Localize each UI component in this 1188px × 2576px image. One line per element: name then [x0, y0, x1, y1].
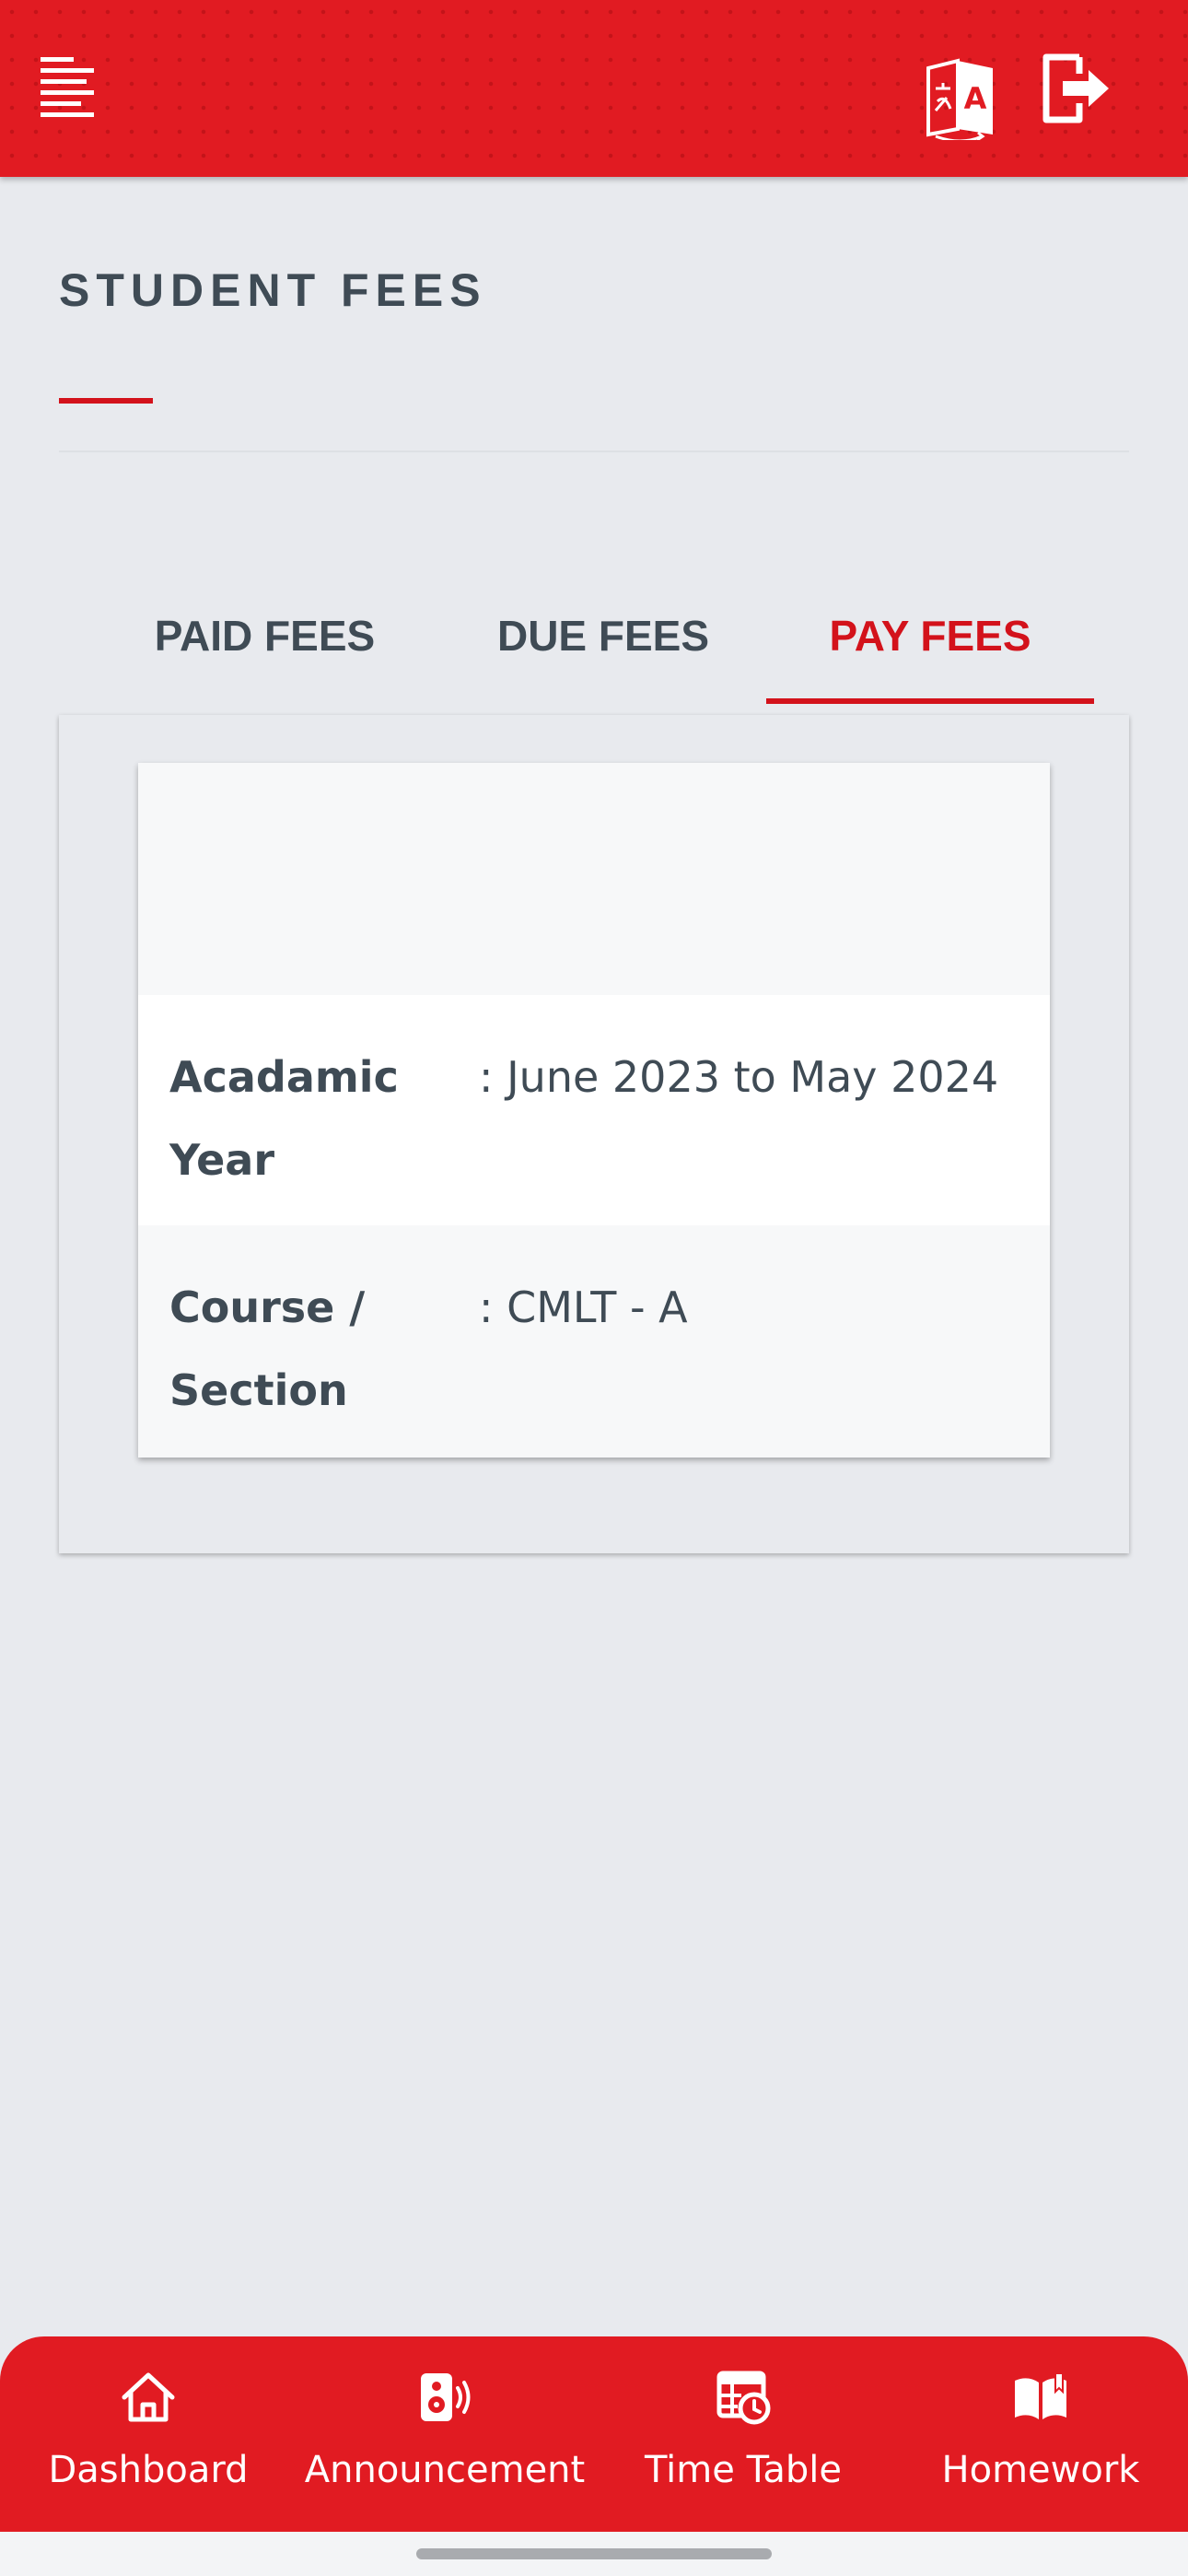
app-header: A	[0, 0, 1188, 177]
fee-info-card: Acadamic Year : June 2023 to May 2024 Co…	[138, 763, 1050, 1458]
home-icon	[122, 2372, 175, 2422]
tab-paid-fees[interactable]: PAID FEES	[129, 571, 401, 700]
speaker-icon	[421, 2373, 471, 2421]
nav-item-homework[interactable]: Homework	[912, 2336, 1170, 2532]
tab-due-fees[interactable]: DUE FEES	[470, 571, 737, 700]
bottom-navigation: Dashboard Announcement Time Table Homewo…	[0, 2336, 1188, 2532]
tab-pay-fees[interactable]: PAY FEES	[766, 571, 1094, 704]
info-row-academic-year: Acadamic Year : June 2023 to May 2024	[138, 995, 1050, 1225]
menu-lines-icon	[41, 57, 94, 117]
student-fees-screen: A STUDENT FEES PAID FEES DUE FEES PAY FE…	[0, 0, 1188, 2576]
card-header-area	[138, 763, 1050, 995]
academic-year-value: : June 2023 to May 2024	[479, 1052, 999, 1102]
course-section-label: Course / Section	[169, 1282, 366, 1415]
nav-label-homework: Homework	[941, 2449, 1140, 2491]
home-indicator[interactable]	[416, 2548, 772, 2559]
logout-icon	[1042, 53, 1109, 123]
nav-label-dashboard: Dashboard	[48, 2449, 249, 2491]
info-row-course-section: Course / Section : CMLT - A	[138, 1225, 1050, 1458]
course-section-value: : CMLT - A	[479, 1282, 688, 1332]
nav-label-announcement: Announcement	[304, 2449, 586, 2491]
timetable-icon	[716, 2371, 771, 2425]
menu-button[interactable]	[37, 52, 103, 122]
nav-item-dashboard[interactable]: Dashboard	[18, 2336, 278, 2532]
nav-item-announcement[interactable]: Announcement	[293, 2336, 597, 2532]
logout-button[interactable]	[1039, 52, 1112, 125]
nav-label-time-table: Time Table	[644, 2449, 843, 2491]
academic-year-label: Acadamic Year	[169, 1052, 399, 1185]
title-divider	[59, 451, 1129, 452]
svg-text:A: A	[964, 81, 987, 116]
title-underline	[59, 398, 153, 404]
book-icon	[1015, 2372, 1066, 2419]
pay-fees-panel: Acadamic Year : June 2023 to May 2024 Co…	[59, 715, 1129, 1553]
page-title: STUDENT FEES	[59, 264, 487, 316]
translate-icon: A	[926, 58, 993, 143]
translate-button[interactable]: A	[925, 57, 996, 143]
nav-item-time-table[interactable]: Time Table	[619, 2336, 868, 2532]
